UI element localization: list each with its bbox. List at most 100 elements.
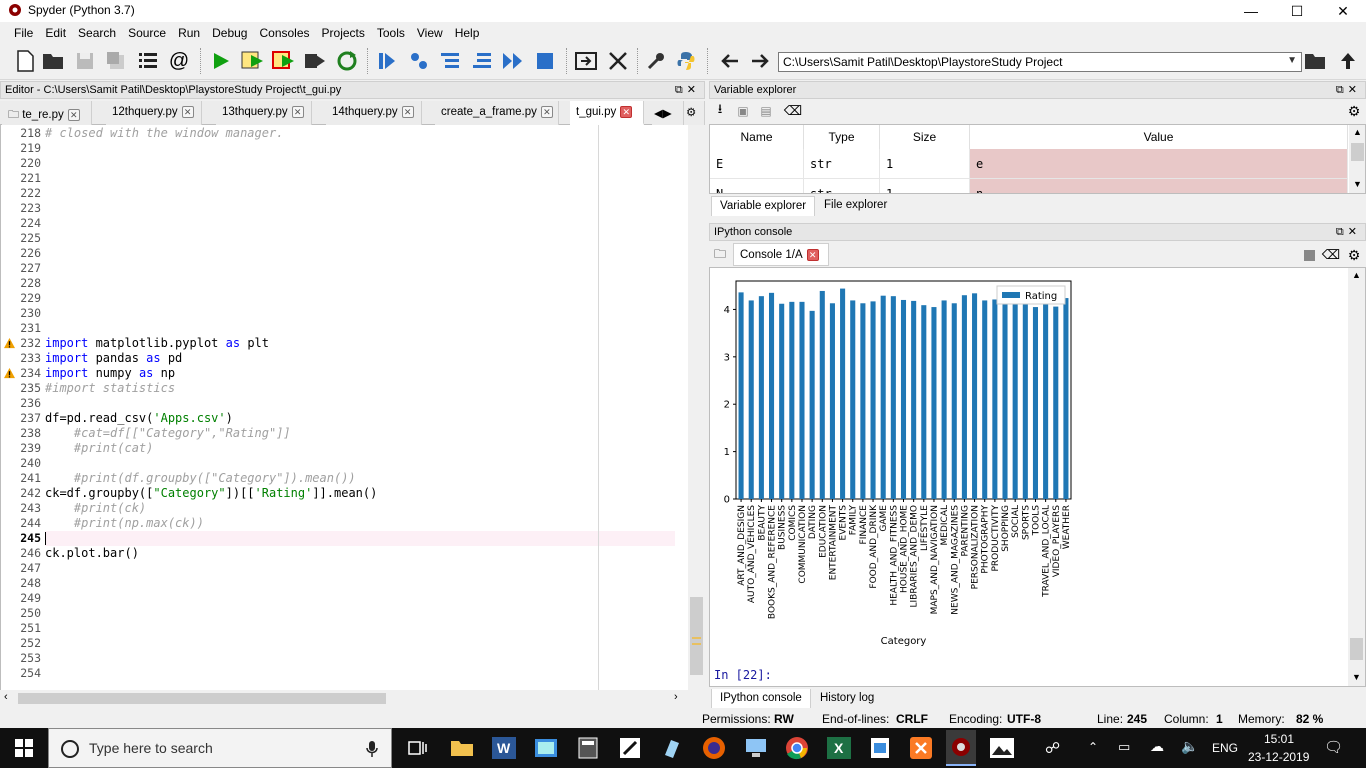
chrome-icon[interactable] xyxy=(783,734,811,762)
run-cell-advance-icon[interactable] xyxy=(271,48,297,74)
working-directory-input[interactable]: C:\Users\Samit Patil\Desktop\PlaystoreSt… xyxy=(778,52,1302,72)
show-hidden-icons[interactable]: ⌃ xyxy=(1088,740,1098,754)
cloud-icon[interactable]: ☁ xyxy=(1150,738,1164,755)
var-value[interactable]: n xyxy=(970,179,1348,193)
pane-controls[interactable]: ⧉✕ xyxy=(675,83,700,97)
menu-file[interactable]: File xyxy=(8,24,39,44)
tab-ipython-console[interactable]: IPython console xyxy=(711,689,811,709)
task-view-icon[interactable] xyxy=(404,734,432,762)
language-indicator[interactable]: ENG xyxy=(1212,741,1238,755)
fullscreen-icon[interactable] xyxy=(605,48,631,74)
run-icon[interactable] xyxy=(208,48,234,74)
code-line[interactable]: df=pd.read_csv('Apps.csv') xyxy=(45,411,233,426)
close-tab-icon[interactable]: ✕ xyxy=(291,106,304,118)
code-line[interactable]: import numpy as np xyxy=(45,366,175,381)
code-line[interactable]: #print(ck) xyxy=(45,501,146,516)
tab-12thquery[interactable]: 12thquery.py ✕ xyxy=(106,101,202,125)
code-line[interactable]: ck.plot.bar() xyxy=(45,546,139,561)
run-selection-icon[interactable] xyxy=(302,48,328,74)
save-file-icon[interactable] xyxy=(72,48,98,74)
battery-icon[interactable]: ▭ xyxy=(1118,739,1130,755)
console-tab[interactable]: Console 1/A ✕ xyxy=(733,243,829,266)
ipython-console-output[interactable]: 0 1 2 3 4 ART_AND_DESIGN AUTO_AND_VEHICLES BEAU… xyxy=(709,267,1366,687)
gear-icon[interactable]: ⚙ xyxy=(1344,101,1364,121)
pen-app-icon[interactable] xyxy=(616,734,644,762)
new-file-icon[interactable] xyxy=(12,48,38,74)
code-line[interactable] xyxy=(45,531,46,546)
close-window-button[interactable]: ✕ xyxy=(1320,0,1366,22)
console-prompt[interactable]: In [22]: xyxy=(714,668,772,682)
tab-variable-explorer[interactable]: Variable explorer xyxy=(711,196,816,216)
firefox-icon[interactable] xyxy=(700,734,728,762)
editor-vertical-scrollbar[interactable] xyxy=(688,125,705,690)
image-viewer-icon[interactable] xyxy=(866,734,894,762)
console-scrollbar[interactable]: ▲ ▼ xyxy=(1348,268,1365,686)
taskbar-search-input[interactable]: Type here to search xyxy=(48,728,392,768)
chevron-down-icon[interactable]: ▼ xyxy=(1287,55,1297,66)
code-editor[interactable]: 218 219 220 221 222 223 224 225 226 227 228 229 230 2… xyxy=(0,125,705,690)
spyder-taskbar-icon[interactable] xyxy=(946,730,976,766)
variable-table-scrollbar[interactable]: ▲ ▼ xyxy=(1349,125,1365,193)
close-tab-icon[interactable]: ✕ xyxy=(540,106,553,118)
step-icon[interactable] xyxy=(406,48,432,74)
maximize-button[interactable]: ☐ xyxy=(1274,0,1320,22)
parent-directory-icon[interactable] xyxy=(1335,48,1361,74)
column-header-type[interactable]: Type xyxy=(804,125,880,149)
warning-icon[interactable] xyxy=(4,368,15,379)
close-tab-icon[interactable]: ✕ xyxy=(620,106,633,118)
calculator-icon[interactable] xyxy=(574,734,602,762)
menu-search[interactable]: Search xyxy=(72,24,122,44)
word-icon[interactable]: W xyxy=(490,734,518,762)
scroll-left-icon[interactable]: ‹ xyxy=(4,691,8,703)
stop-kernel-icon[interactable] xyxy=(1300,245,1318,265)
pane-controls[interactable]: ⧉✕ xyxy=(1336,83,1361,97)
close-tab-icon[interactable]: ✕ xyxy=(67,108,80,121)
save-data-as-icon[interactable]: ▤ xyxy=(757,101,775,121)
notebook-icon[interactable] xyxy=(658,734,686,762)
tab-create-a-frame[interactable]: create_a_frame.py ✕ xyxy=(435,101,559,125)
gear-icon[interactable]: ⚙ xyxy=(684,101,705,125)
code-line[interactable]: #import statistics xyxy=(45,381,175,396)
tab-history-log[interactable]: History log xyxy=(812,689,882,709)
menu-source[interactable]: Source xyxy=(122,24,172,44)
editor-horizontal-scrollbar[interactable]: ‹ › xyxy=(0,690,688,707)
continue-icon[interactable] xyxy=(500,48,526,74)
tab-te-re[interactable]: 🗀 te_re.py ✕ xyxy=(2,101,92,125)
code-line[interactable]: import pandas as pd xyxy=(45,351,182,366)
column-header-value[interactable]: Value xyxy=(970,125,1348,149)
forward-arrow-icon[interactable] xyxy=(747,48,773,74)
tab-13thquery[interactable]: 13thquery.py ✕ xyxy=(216,101,312,125)
menu-projects[interactable]: Projects xyxy=(316,24,371,44)
eraser-icon[interactable]: ⌫ xyxy=(1320,245,1342,265)
figure-window-icon[interactable] xyxy=(988,734,1016,762)
back-arrow-icon[interactable] xyxy=(717,48,743,74)
code-line[interactable]: #print(cat) xyxy=(45,441,153,456)
step-return-icon[interactable] xyxy=(469,48,495,74)
tab-t-gui[interactable]: t_gui.py ✕ xyxy=(570,101,644,125)
menu-debug[interactable]: Debug xyxy=(206,24,253,44)
xampp-icon[interactable] xyxy=(907,734,935,762)
menu-tools[interactable]: Tools xyxy=(371,24,411,44)
browse-tabs-icon[interactable] xyxy=(135,48,161,74)
open-file-icon[interactable] xyxy=(41,48,67,74)
code-line[interactable]: #print(np.max(ck)) xyxy=(45,516,204,531)
step-into-icon[interactable] xyxy=(437,48,463,74)
close-tab-icon[interactable]: ✕ xyxy=(181,106,194,118)
tab-scroll-arrows[interactable]: ◀▶ xyxy=(652,101,684,125)
warning-icon[interactable] xyxy=(4,338,15,349)
eraser-icon[interactable]: ⌫ xyxy=(782,101,804,121)
microphone-icon[interactable] xyxy=(365,740,379,758)
pane-controls[interactable]: ⧉✕ xyxy=(1336,225,1361,239)
windows-start-icon[interactable] xyxy=(10,734,38,762)
volume-icon[interactable]: 🔈 xyxy=(1181,738,1198,755)
gear-icon[interactable]: ⚙ xyxy=(1344,245,1364,265)
column-header-size[interactable]: Size xyxy=(880,125,970,149)
close-tab-icon[interactable]: ✕ xyxy=(806,249,819,261)
code-line[interactable]: #cat=df[["Category","Rating"]] xyxy=(45,426,291,441)
var-name[interactable]: N xyxy=(710,179,804,193)
maximize-pane-icon[interactable] xyxy=(573,48,599,74)
save-all-icon[interactable] xyxy=(103,48,129,74)
column-header-name[interactable]: Name xyxy=(710,125,804,149)
run-cell-icon[interactable] xyxy=(240,48,266,74)
rerun-icon[interactable] xyxy=(334,48,360,74)
